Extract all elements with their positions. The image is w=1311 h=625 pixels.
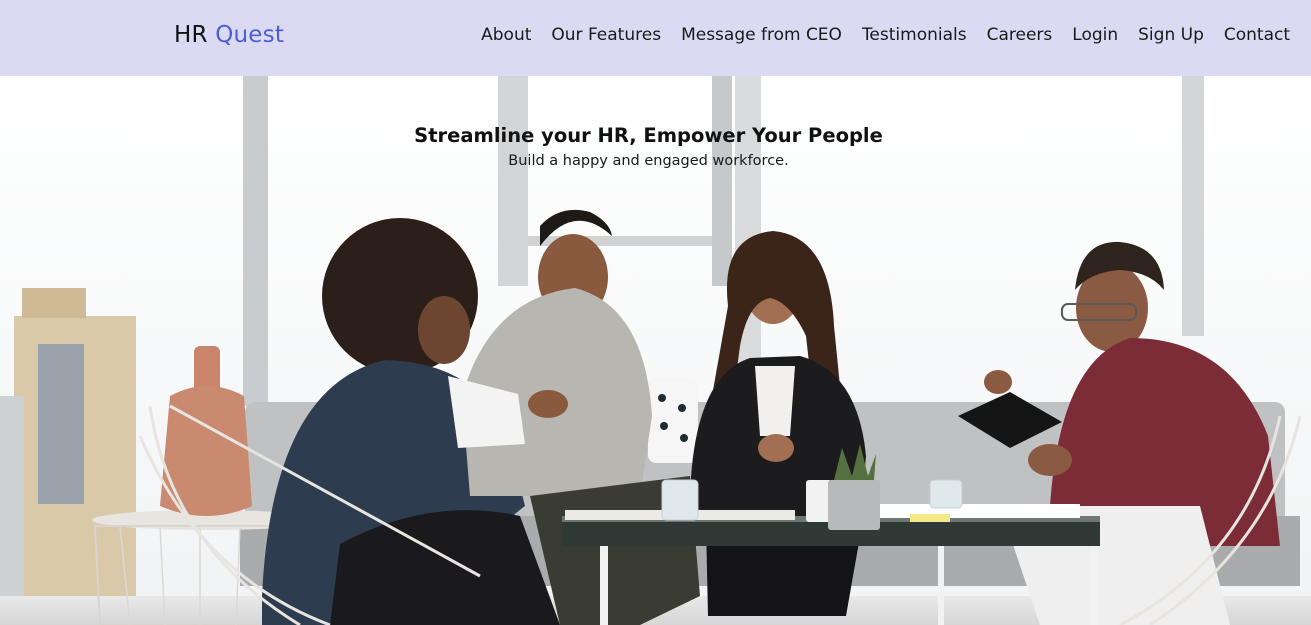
hero-section: Streamline your HR, Empower Your People … <box>0 76 1311 625</box>
nav-menu: About Our Features Message from CEO Test… <box>481 25 1290 45</box>
brand-logo[interactable]: HR Quest <box>174 22 284 48</box>
hero-text: Streamline your HR, Empower Your People … <box>0 124 1297 169</box>
nav-link-contact[interactable]: Contact <box>1224 25 1290 45</box>
nav-link-our-features[interactable]: Our Features <box>551 25 661 45</box>
nav-link-about[interactable]: About <box>481 25 531 45</box>
navbar: HR Quest About Our Features Message from… <box>0 0 1311 76</box>
brand-name-part1: HR <box>174 22 208 48</box>
nav-link-careers[interactable]: Careers <box>987 25 1053 45</box>
hero-subtitle: Build a happy and engaged workforce. <box>508 153 789 169</box>
nav-link-message-from-ceo[interactable]: Message from CEO <box>681 25 842 45</box>
nav-link-sign-up[interactable]: Sign Up <box>1138 25 1204 45</box>
brand-name-part2: Quest <box>215 22 285 48</box>
nav-link-testimonials[interactable]: Testimonials <box>862 25 967 45</box>
nav-link-login[interactable]: Login <box>1072 25 1118 45</box>
hero-title: Streamline your HR, Empower Your People <box>414 124 883 147</box>
